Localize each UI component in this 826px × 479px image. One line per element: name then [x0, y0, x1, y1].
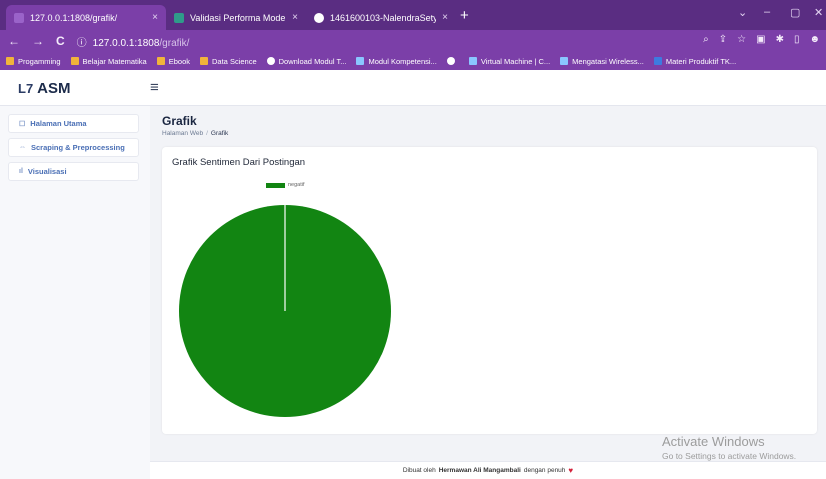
- main-content: Grafik Halaman Web / Grafik Grafik Sentime…: [150, 106, 826, 479]
- menu-toggle-icon[interactable]: ≡: [150, 79, 159, 96]
- folder-icon: [156, 57, 165, 65]
- bookmark-label: Modul Kompetensi...: [368, 56, 437, 66]
- breadcrumb-home[interactable]: Halaman Web: [162, 130, 203, 137]
- bookmark-belajar-matematika[interactable]: Belajar Matematika: [70, 56, 147, 66]
- windows-activation-watermark: Activate Windows Go to Settings to activ…: [662, 434, 796, 461]
- tab-close-icon[interactable]: ×: [292, 12, 298, 23]
- tab-favicon-icon: [14, 12, 24, 23]
- home-icon: ☐: [19, 120, 26, 128]
- sidebar-item-label: Halaman Utama: [30, 119, 87, 128]
- bookmark-download-modul[interactable]: Download Modul T...: [266, 56, 347, 66]
- bookmark-label: Materi Produktif TK...: [665, 56, 737, 66]
- breadcrumb: Halaman Web / Grafik: [162, 130, 228, 137]
- linux-icon: [266, 57, 275, 65]
- close-window-icon[interactable]: ✕: [814, 6, 823, 19]
- bookmark-ebook[interactable]: Ebook: [156, 56, 191, 66]
- footer: Dibuat oleh Hermawan Ali Mangambali deng…: [150, 461, 826, 479]
- brand-logo-icon: L7: [18, 81, 34, 96]
- reload-icon[interactable]: C: [56, 34, 65, 48]
- arrows-icon: ⇔: [19, 144, 26, 151]
- breadcrumb-separator: /: [206, 130, 208, 137]
- tab-nalendra[interactable]: 1461600103-NalendraSetyoHari ×: [306, 5, 456, 30]
- breadcrumb-current: Grafik: [210, 130, 229, 137]
- browser-tab-bar: 127.0.0.1:1808/grafik/ × Validasi Perfor…: [0, 0, 826, 30]
- tab-grafik[interactable]: 127.0.0.1:1808/grafik/ ×: [6, 5, 166, 30]
- pie-chart: [179, 205, 391, 417]
- site-info-icon[interactable]: ⓘ: [77, 38, 87, 49]
- bookmark-label: Mengatasi Wireless...: [572, 56, 644, 66]
- minimize-icon[interactable]: –: [764, 6, 770, 18]
- footer-suffix: dengan penuh: [523, 467, 566, 474]
- sidebar: ☐ Halaman Utama ⇔ Scraping & Preprocessi…: [0, 106, 150, 479]
- bookmark-star-icon[interactable]: ☆: [737, 34, 746, 45]
- address-bar: ← → C ⓘ 127.0.0.1:1808/grafik/ ⌕ ⇪ ☆ ▣ ✱ …: [0, 30, 826, 52]
- sidebar-item-visualisasi[interactable]: ıl Visualisasi: [8, 162, 139, 181]
- bookmark-label: Data Science: [212, 56, 257, 66]
- folder-icon: [70, 57, 79, 65]
- tab-label: 127.0.0.1:1808/grafik/: [30, 12, 118, 23]
- folder-icon: [6, 57, 14, 65]
- tab-search-icon[interactable]: ⌄: [738, 6, 747, 19]
- site-icon: [468, 57, 477, 65]
- bookmark-label: Progamming: [18, 56, 61, 66]
- sidebar-item-label: Scraping & Preprocessing: [31, 143, 125, 152]
- chart-icon: ıl: [19, 168, 23, 175]
- chart-card: Grafik Sentimen Dari Postingan negatif: [162, 147, 817, 434]
- bookmarks-bar: Progamming Belajar Matematika Ebook Data…: [0, 52, 826, 70]
- site-icon: [560, 57, 569, 65]
- bookmark-label: Belajar Matematika: [82, 56, 147, 66]
- heart-icon: ♥: [568, 466, 574, 475]
- github-icon: [446, 57, 455, 65]
- top-navbar: L7 ASM ≡: [0, 70, 826, 106]
- forward-icon[interactable]: →: [32, 34, 44, 48]
- tab-validasi[interactable]: Validasi Performa Model ×: [166, 5, 306, 30]
- url-host: 127.0.0.1:1808: [92, 37, 160, 49]
- page-title: Grafik: [162, 114, 197, 128]
- bookmark-label: Download Modul T...: [278, 56, 347, 66]
- watermark-line2: Go to Settings to activate Windows.: [662, 451, 797, 461]
- bookmark-github[interactable]: [446, 57, 459, 65]
- url-field[interactable]: ⓘ 127.0.0.1:1808/grafik/: [77, 34, 190, 49]
- bookmark-progamming[interactable]: Progamming: [6, 57, 61, 66]
- bookmark-label: Virtual Machine | C...: [480, 56, 551, 66]
- folder-icon: [200, 57, 209, 65]
- maximize-icon[interactable]: ▢: [790, 6, 800, 19]
- site-icon: [653, 57, 662, 65]
- new-tab-button[interactable]: +: [460, 7, 469, 24]
- profile-avatar-icon[interactable]: ☻: [809, 34, 820, 45]
- bookmark-data-science[interactable]: Data Science: [200, 57, 257, 66]
- sidebar-item-scraping[interactable]: ⇔ Scraping & Preprocessing: [8, 138, 139, 157]
- bookmark-label: Ebook: [168, 56, 191, 66]
- toolbar-icons: ⌕ ⇪ ☆ ▣ ✱ ▯ ☻: [703, 34, 820, 45]
- tab-close-icon[interactable]: ×: [442, 12, 448, 23]
- share-icon[interactable]: ⇪: [719, 34, 727, 45]
- zoom-icon[interactable]: ⌕: [703, 34, 709, 45]
- tab-favicon-icon: [314, 12, 324, 23]
- footer-author: Hermawan Ali Mangambali: [438, 467, 521, 474]
- sidebar-item-label: Visualisasi: [27, 167, 67, 176]
- footer-prefix: Dibuat oleh: [402, 467, 436, 474]
- brand-name: ASM: [37, 80, 71, 97]
- watermark-line1: Activate Windows: [662, 434, 765, 449]
- sidebar-item-halaman-utama[interactable]: ☐ Halaman Utama: [8, 114, 139, 133]
- bookmark-virtual-machine[interactable]: Virtual Machine | C...: [468, 56, 551, 66]
- extension-icon[interactable]: ▣: [756, 34, 765, 45]
- tab-label: Validasi Performa Model: [190, 12, 287, 23]
- back-icon[interactable]: ←: [8, 34, 20, 48]
- bookmark-modul-kompetensi[interactable]: Modul Kompetensi...: [356, 56, 437, 66]
- web-app: L7 ASM ≡ ☐ Halaman Utama ⇔ Scraping & Pr…: [0, 70, 826, 479]
- site-icon: [356, 57, 365, 65]
- bookmark-materi-produktif[interactable]: Materi Produktif TK...: [653, 56, 737, 66]
- tab-favicon-icon: [174, 12, 184, 23]
- extensions-puzzle-icon[interactable]: ✱: [776, 34, 784, 45]
- sidepanel-icon[interactable]: ▯: [794, 34, 800, 45]
- tab-close-icon[interactable]: ×: [152, 12, 158, 23]
- bookmark-mengatasi-wireless[interactable]: Mengatasi Wireless...: [560, 57, 644, 66]
- brand-logo[interactable]: L7 ASM: [18, 80, 71, 97]
- url-path: /grafik/: [159, 37, 190, 49]
- tab-label: 1461600103-NalendraSetyoHari: [330, 12, 437, 23]
